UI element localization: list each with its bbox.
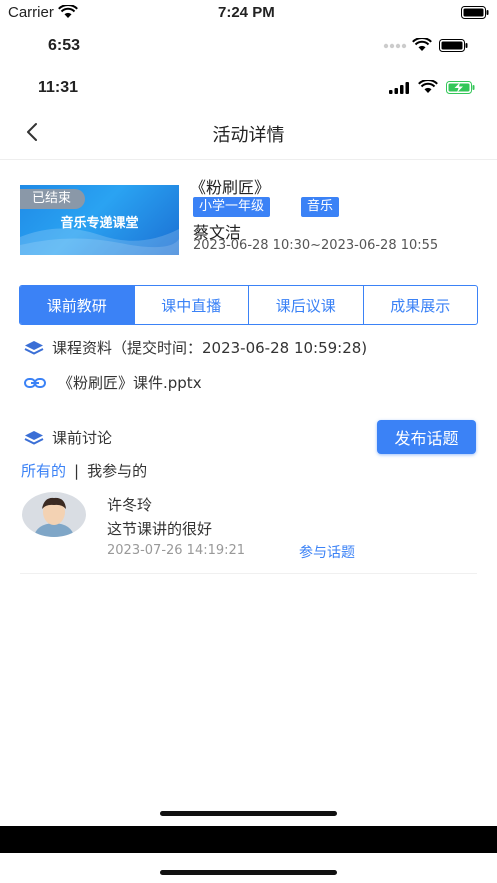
activity-time: 2023-06-28 10:30~2023-06-28 10:55 [193,238,439,253]
home-indicator[interactable] [160,811,337,816]
bottom-band [0,826,497,853]
tab-post-class[interactable]: 课后议课 [249,286,364,324]
comment-time: 2023-07-26 14:19:21 [107,543,246,558]
tab-live[interactable]: 课中直播 [135,286,249,324]
page-title: 活动详情 [212,125,285,146]
thumbnail-title: 音乐专递课堂 [60,216,139,231]
nav-divider [0,159,497,160]
comment-text: 这节课讲的很好 [107,520,213,538]
avatar [22,492,86,537]
activity-title: 《粉刷匠》 [190,178,271,197]
materials-heading: 课程资料（提交时间：2023-06-28 10:59:28) [52,339,368,357]
comment-divider [20,573,477,574]
carrier-label: Carrier [8,4,54,21]
layers-icon [24,430,44,445]
cellular-signal-icon [389,82,409,94]
subject-tag: 音乐 [301,197,340,217]
discussion-filters: 所有的 | 我参与的 [21,460,147,481]
join-topic-link[interactable]: 参与话题 [299,542,355,562]
publish-topic-button[interactable]: 发布话题 [377,420,476,454]
activity-thumbnail[interactable]: 已结束 音乐专递课堂 [20,185,179,255]
battery-icon [461,6,489,19]
discussion-section-header: 课前讨论 [24,427,112,448]
materials-section-header: 课程资料（提交时间：2023-06-28 10:59:28) [24,337,367,358]
filter-participated[interactable]: 我参与的 [87,460,147,481]
wifi-icon [58,5,78,18]
home-indicator[interactable] [160,870,337,875]
status-time-inner: 11:31 [38,79,79,96]
comment-author: 许冬玲 [107,496,153,514]
tab-results[interactable]: 成果展示 [364,286,478,324]
layers-icon [24,340,44,355]
filter-separator: | [74,461,80,480]
wifi-icon [418,80,438,93]
material-file-name: 《粉刷匠》课件.pptx [58,374,202,392]
status-badge: 已结束 [20,189,86,209]
battery-icon [439,39,468,52]
battery-charging-icon [446,81,475,94]
discussion-heading: 课前讨论 [52,429,113,447]
tab-pre-class[interactable]: 课前教研 [20,286,135,324]
user-avatar-icon [22,492,86,537]
status-time-middle: 6:53 [48,37,81,54]
signal-dots-icon [383,43,407,49]
status-time-outer: 7:24 PM [218,4,275,21]
material-file-link[interactable]: 《粉刷匠》课件.pptx [24,372,202,393]
grade-tag: 小学一年级 [193,197,271,217]
filter-all[interactable]: 所有的 [21,460,66,481]
link-icon [24,377,46,388]
stage-tabs: 课前教研 课中直播 课后议课 成果展示 [19,285,478,325]
wifi-icon [412,38,432,51]
